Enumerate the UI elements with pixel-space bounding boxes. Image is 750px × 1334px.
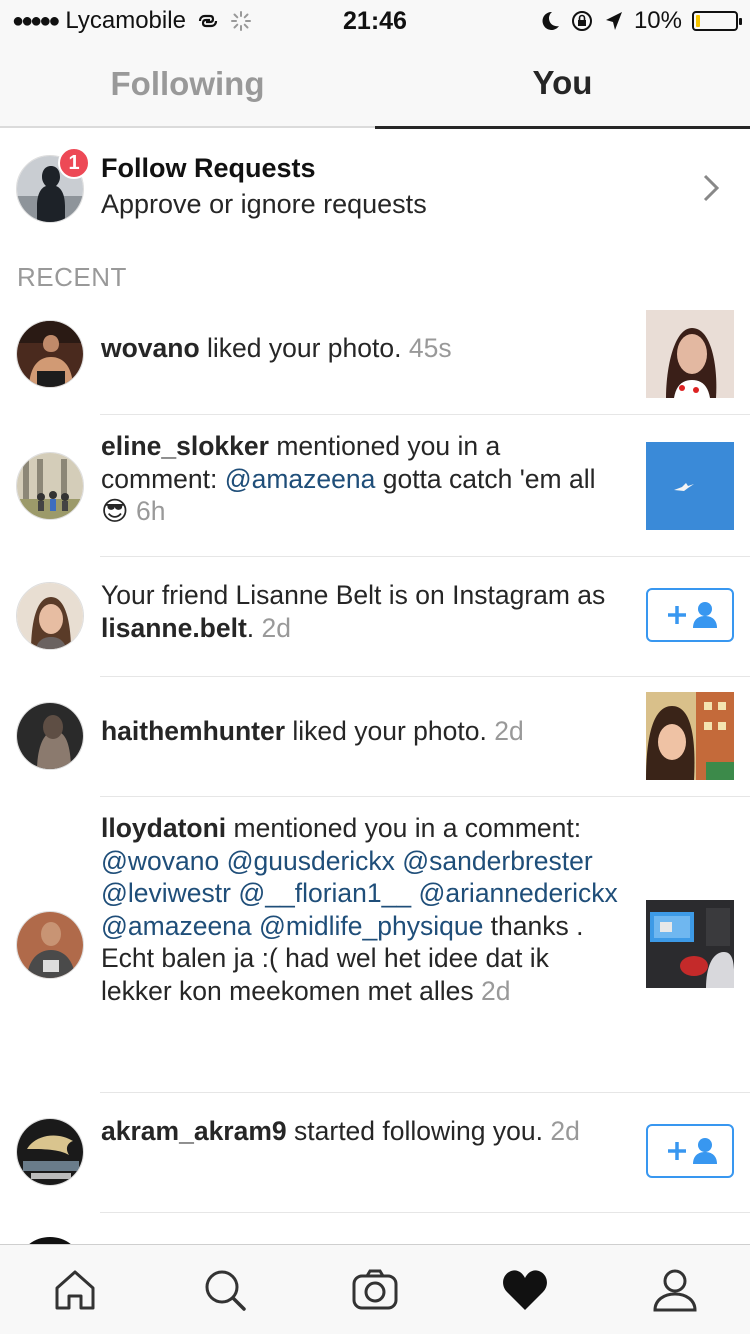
timestamp: 6h xyxy=(136,496,166,526)
username-link[interactable]: lloydatoni xyxy=(101,813,226,843)
notification-text: eline_slokker mentioned you in a comment… xyxy=(101,430,619,528)
action-text: started following you. xyxy=(286,1116,543,1146)
bottom-tab-bar xyxy=(0,1244,750,1334)
avatar[interactable] xyxy=(16,582,84,650)
avatar[interactable] xyxy=(16,702,84,770)
follow-requests-count-badge: 1 xyxy=(58,147,90,179)
action-text: liked your photo. xyxy=(285,716,487,746)
follow-button[interactable] xyxy=(646,1124,734,1178)
action-text: liked your photo. xyxy=(199,333,402,363)
timestamp: 2d xyxy=(550,1116,580,1146)
post-thumbnail[interactable] xyxy=(646,692,734,780)
list-item[interactable]: eline_slokker mentioned you in a comment… xyxy=(0,415,750,557)
notification-text: akram_akram9 started following you. 2d xyxy=(101,1115,619,1148)
comment-text: gotta catch 'em all xyxy=(375,463,596,494)
notification-prefix: Your friend Lisanne Belt is on Instagram… xyxy=(101,580,606,610)
list-item[interactable]: lloydatoni mentioned you in a comment: @… xyxy=(0,797,750,1093)
chevron-right-icon xyxy=(703,174,720,202)
follow-button[interactable] xyxy=(646,588,734,642)
follow-requests-title: Follow Requests xyxy=(101,153,316,183)
timestamp: 45s xyxy=(408,333,452,363)
list-item[interactable]: haithemhunter liked your photo. 2d xyxy=(0,677,750,797)
avatar[interactable] xyxy=(16,911,84,979)
punctuation: . xyxy=(246,612,255,643)
status-bar: ●●●●● Lycamobile 21:46 10% xyxy=(0,0,750,40)
notification-text: wovano liked your photo. 45s xyxy=(101,332,619,365)
avatar[interactable] xyxy=(16,320,84,388)
follow-requests-subtitle: Approve or ignore requests xyxy=(101,189,427,219)
timestamp: 2d xyxy=(494,716,524,746)
post-thumbnail[interactable] xyxy=(646,442,734,530)
activity-tabs: Following You xyxy=(0,40,750,129)
battery-icon xyxy=(692,11,742,31)
notification-text: Your friend Lisanne Belt is on Instagram… xyxy=(101,579,619,644)
avatar[interactable] xyxy=(16,452,84,520)
profile-tab[interactable] xyxy=(650,1265,700,1315)
location-icon xyxy=(605,12,622,30)
notification-text: haithemhunter liked your photo. 2d xyxy=(101,715,619,748)
home-icon xyxy=(55,1270,95,1310)
follow-requests-row[interactable]: 1 Follow Requests Approve or ignore requ… xyxy=(0,130,750,248)
activity-feed: 1 Follow Requests Approve or ignore requ… xyxy=(0,130,750,1244)
timestamp: 2d xyxy=(481,975,511,1006)
tab-following[interactable]: Following xyxy=(0,40,375,128)
username-link[interactable]: haithemhunter xyxy=(101,716,285,746)
mention-link[interactable]: @amazeena xyxy=(225,464,376,494)
post-thumbnail[interactable] xyxy=(646,310,734,398)
search-icon xyxy=(205,1270,246,1311)
avatar[interactable] xyxy=(16,1118,84,1186)
camera-icon xyxy=(352,1269,398,1310)
activity-tab[interactable] xyxy=(500,1265,550,1315)
home-tab[interactable] xyxy=(50,1265,100,1315)
rotation-lock-icon xyxy=(571,11,592,31)
battery-percent: 10% xyxy=(633,7,682,34)
list-item[interactable]: wovano liked your photo. 45s xyxy=(0,300,750,415)
notification-text: lloydatoni mentioned you in a comment: @… xyxy=(101,812,619,1007)
username-link[interactable]: lisanne.belt xyxy=(101,613,247,643)
recent-section-label: RECENT xyxy=(17,262,127,292)
list-item[interactable]: Your friend Lisanne Belt is on Instagram… xyxy=(0,557,750,677)
timestamp: 2d xyxy=(261,612,292,643)
add-user-icon xyxy=(668,1138,717,1164)
avatar[interactable] xyxy=(16,1237,84,1244)
username-link[interactable]: akram_akram9 xyxy=(101,1116,287,1146)
username-link[interactable]: eline_slokker xyxy=(101,431,269,461)
username-link[interactable]: wovano xyxy=(101,333,200,363)
moon-icon xyxy=(542,11,559,30)
search-tab[interactable] xyxy=(200,1265,250,1315)
post-thumbnail[interactable] xyxy=(646,900,734,988)
action-text: mentioned you in a comment: xyxy=(226,813,582,843)
camera-tab[interactable] xyxy=(350,1265,400,1315)
battery-fill xyxy=(696,15,700,27)
add-user-icon xyxy=(668,602,717,628)
profile-icon xyxy=(653,1269,697,1312)
tab-you[interactable]: You xyxy=(375,40,750,129)
emoji: 😎 xyxy=(101,496,129,526)
list-item[interactable]: akram_akram9 started following you. 2d xyxy=(0,1093,750,1213)
list-item[interactable] xyxy=(0,1213,750,1244)
heart-icon xyxy=(503,1270,547,1310)
